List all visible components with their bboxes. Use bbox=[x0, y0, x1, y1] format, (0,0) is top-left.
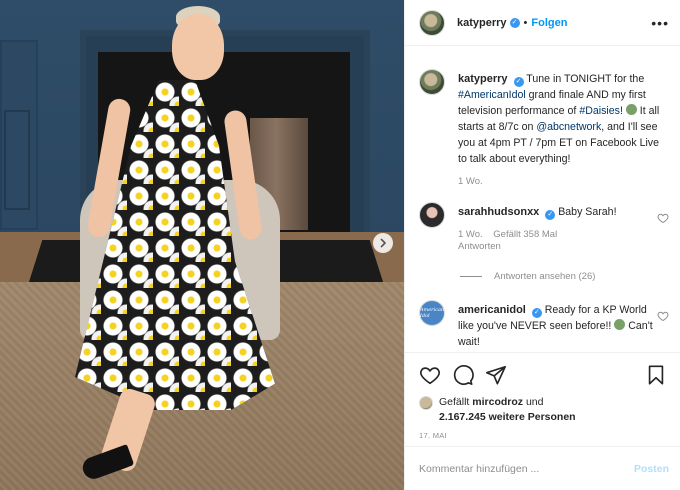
post-date[interactable]: 17. MAI bbox=[419, 431, 667, 440]
heart-icon[interactable] bbox=[657, 212, 669, 224]
header-user: katyperry ✓ • Folgen bbox=[457, 17, 567, 29]
comment-text: americanidol ✓ Ready for a KP World like… bbox=[458, 302, 657, 350]
comment-username[interactable]: sarahhudsonxx bbox=[458, 206, 539, 218]
photo-head bbox=[172, 14, 224, 80]
hashtag-link[interactable]: #AmericanIdol bbox=[458, 89, 526, 101]
liked-by-mid: und bbox=[523, 396, 544, 408]
comment-likes[interactable]: Gefällt 358 Mal bbox=[493, 229, 557, 240]
avatar[interactable] bbox=[419, 202, 445, 228]
caption-text: katyperry ✓ Tune in TONIGHT for the #Ame… bbox=[458, 71, 669, 167]
heart-icon[interactable] bbox=[657, 310, 669, 322]
post-header: katyperry ✓ • Folgen ••• bbox=[405, 0, 680, 46]
emoji-icon bbox=[625, 104, 637, 115]
heart-icon[interactable] bbox=[419, 364, 441, 386]
header-dot-separator: • bbox=[523, 16, 528, 29]
comment-body: americanidol ✓ Ready for a KP World like… bbox=[458, 302, 657, 350]
comment-item: sarahhudsonxx ✓ Baby Sarah! 1 Wo. Gefäll… bbox=[419, 202, 669, 253]
avatar[interactable] bbox=[419, 69, 445, 95]
share-icon[interactable] bbox=[485, 364, 507, 386]
comment-meta: 1 Wo. Gefällt 358 Mal Antworten bbox=[458, 229, 657, 253]
action-icons bbox=[419, 363, 667, 387]
hashtag-link[interactable]: #Daisies bbox=[579, 105, 620, 117]
follow-button[interactable]: Folgen bbox=[531, 17, 567, 29]
comments-list[interactable]: katyperry ✓ Tune in TONIGHT for the #Ame… bbox=[405, 47, 680, 352]
verified-badge-icon: ✓ bbox=[509, 17, 520, 28]
post-sidebar: katyperry ✓ • Folgen ••• katyperry ✓ Tun… bbox=[404, 0, 680, 490]
comment-composer: Posten bbox=[405, 446, 680, 490]
comment-body: sarahhudsonxx ✓ Baby Sarah! 1 Wo. Gefäll… bbox=[458, 204, 657, 253]
caption-meta: 1 Wo. bbox=[458, 176, 669, 188]
next-photo-button[interactable] bbox=[373, 233, 393, 253]
caption-text-part: Tune in TONIGHT for the bbox=[526, 73, 645, 85]
view-replies-button[interactable]: Antworten ansehen (26) bbox=[460, 271, 669, 282]
avatar[interactable] bbox=[419, 9, 445, 36]
photo-wall-panel-inner bbox=[4, 110, 30, 210]
liked-by-user[interactable]: mircodroz bbox=[472, 396, 523, 408]
comment-input[interactable] bbox=[419, 462, 634, 475]
replies-line bbox=[460, 276, 482, 277]
liked-by-prefix: Gefällt bbox=[439, 396, 473, 408]
reply-button[interactable]: Antworten bbox=[458, 241, 501, 252]
view-replies-label: Antworten ansehen (26) bbox=[494, 271, 596, 282]
chevron-right-icon bbox=[380, 238, 386, 248]
emoji-icon bbox=[614, 319, 626, 330]
caption-username[interactable]: katyperry bbox=[458, 73, 508, 85]
caption-timestamp[interactable]: 1 Wo. bbox=[458, 176, 483, 187]
post-photo[interactable] bbox=[0, 0, 404, 490]
avatar-logo-text: American Idol bbox=[419, 307, 445, 319]
comment-item: American Idol americanidol ✓ Ready for a… bbox=[419, 300, 669, 350]
comment-timestamp[interactable]: 1 Wo. bbox=[458, 229, 483, 240]
caption-body: katyperry ✓ Tune in TONIGHT for the #Ame… bbox=[458, 71, 669, 188]
caption-text-part: ! bbox=[619, 105, 626, 117]
comment-icon[interactable] bbox=[452, 364, 474, 386]
avatar[interactable]: American Idol bbox=[419, 300, 445, 326]
post-comment-button[interactable]: Posten bbox=[634, 463, 669, 475]
comment-text: sarahhudsonxx ✓ Baby Sarah! bbox=[458, 204, 657, 220]
mention-link[interactable]: @abcnetwork bbox=[536, 121, 601, 133]
caption: katyperry ✓ Tune in TONIGHT for the #Ame… bbox=[419, 69, 669, 188]
verified-badge-icon: ✓ bbox=[545, 210, 556, 220]
verified-badge-icon: ✓ bbox=[513, 77, 524, 87]
liked-by: Gefällt mircodroz und 2.167.245 weitere … bbox=[419, 395, 667, 425]
comment-username[interactable]: americanidol bbox=[458, 304, 526, 316]
bookmark-icon[interactable] bbox=[645, 364, 667, 386]
more-options-icon[interactable]: ••• bbox=[651, 15, 669, 31]
comment-message: Baby Sarah! bbox=[558, 206, 617, 218]
header-username[interactable]: katyperry bbox=[457, 17, 507, 29]
post-actions: Gefällt mircodroz und 2.167.245 weitere … bbox=[405, 352, 680, 446]
verified-badge-icon: ✓ bbox=[531, 308, 542, 318]
avatar[interactable] bbox=[419, 396, 433, 410]
liked-by-count[interactable]: 2.167.245 weitere Personen bbox=[439, 411, 576, 423]
liked-by-text: Gefällt mircodroz und 2.167.245 weitere … bbox=[439, 395, 576, 425]
